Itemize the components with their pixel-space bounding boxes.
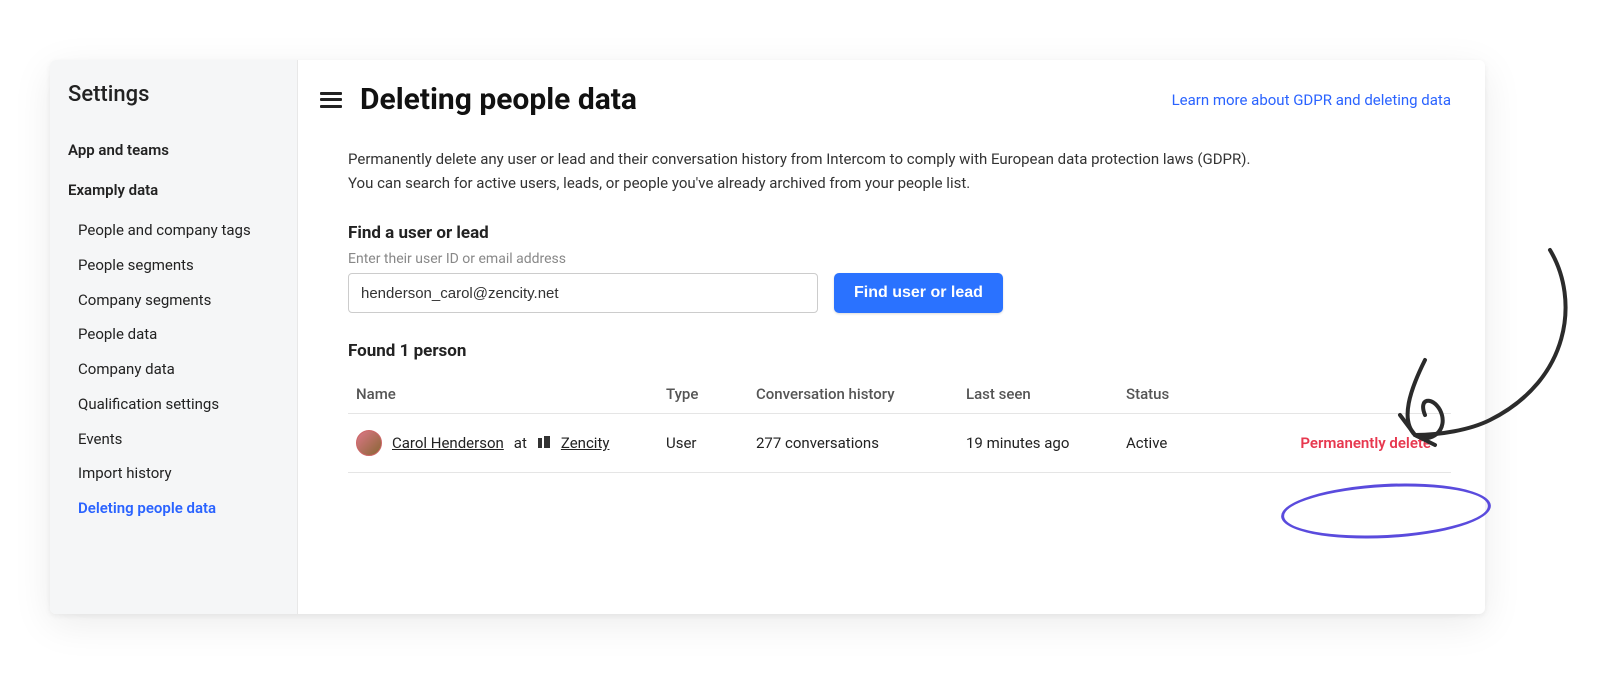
description-line2: You can search for active users, leads, …: [348, 174, 970, 192]
sidebar: Settings App and teams Examply data Peop…: [50, 60, 298, 614]
name-cell: Carol Henderson at Zencity: [356, 430, 650, 456]
sidebar-item-deleting-people-data[interactable]: Deleting people data: [68, 493, 283, 524]
cell-history: 277 conversations: [748, 414, 958, 473]
col-status: Status: [1118, 375, 1208, 414]
sidebar-item-people-data[interactable]: People data: [68, 319, 283, 350]
sidebar-item-events[interactable]: Events: [68, 424, 283, 455]
app-shell: Settings App and teams Examply data Peop…: [50, 60, 1485, 614]
results-title: Found 1 person: [348, 341, 1451, 361]
building-icon: [537, 436, 551, 450]
description-text: Permanently delete any user or lead and …: [348, 147, 1348, 195]
sidebar-item-examply-data[interactable]: Examply data: [68, 175, 283, 205]
sidebar-item-people-segments[interactable]: People segments: [68, 250, 283, 281]
person-name-link[interactable]: Carol Henderson: [392, 434, 504, 452]
col-type: Type: [658, 375, 748, 414]
results-table: Name Type Conversation history Last seen…: [348, 375, 1451, 473]
sidebar-title: Settings: [68, 82, 283, 107]
description-line1: Permanently delete any user or lead and …: [348, 150, 1250, 168]
permanently-delete-button[interactable]: Permanently delete: [1300, 434, 1431, 452]
col-history: Conversation history: [748, 375, 958, 414]
company-link[interactable]: Zencity: [561, 434, 610, 452]
avatar: [356, 430, 382, 456]
table-row: Carol Henderson at Zencity User 277 conv…: [348, 414, 1451, 473]
menu-icon[interactable]: [320, 92, 342, 108]
search-row: Find user or lead: [348, 273, 1451, 313]
sidebar-item-company-data[interactable]: Company data: [68, 354, 283, 385]
find-button[interactable]: Find user or lead: [834, 273, 1003, 313]
search-field-label: Enter their user ID or email address: [348, 251, 1451, 267]
cell-last-seen: 19 minutes ago: [958, 414, 1118, 473]
annotation-circle: [1280, 479, 1493, 544]
sidebar-item-qualification-settings[interactable]: Qualification settings: [68, 389, 283, 420]
col-action: [1208, 375, 1451, 414]
header-left: Deleting people data: [320, 82, 637, 117]
at-text: at: [514, 434, 527, 452]
learn-more-link[interactable]: Learn more about GDPR and deleting data: [1172, 91, 1451, 109]
col-last-seen: Last seen: [958, 375, 1118, 414]
sidebar-sub-list: People and company tags People segments …: [68, 215, 283, 524]
cell-status: Active: [1118, 414, 1208, 473]
sidebar-item-import-history[interactable]: Import history: [68, 458, 283, 489]
page-title: Deleting people data: [360, 82, 637, 117]
col-name: Name: [348, 375, 658, 414]
sidebar-item-app-and-teams[interactable]: App and teams: [68, 135, 283, 165]
search-input[interactable]: [348, 273, 818, 313]
cell-type: User: [658, 414, 748, 473]
search-section-title: Find a user or lead: [348, 223, 1451, 243]
sidebar-item-company-segments[interactable]: Company segments: [68, 285, 283, 316]
header-row: Deleting people data Learn more about GD…: [320, 82, 1451, 117]
sidebar-item-people-company-tags[interactable]: People and company tags: [68, 215, 283, 246]
main-panel: Deleting people data Learn more about GD…: [298, 60, 1485, 614]
